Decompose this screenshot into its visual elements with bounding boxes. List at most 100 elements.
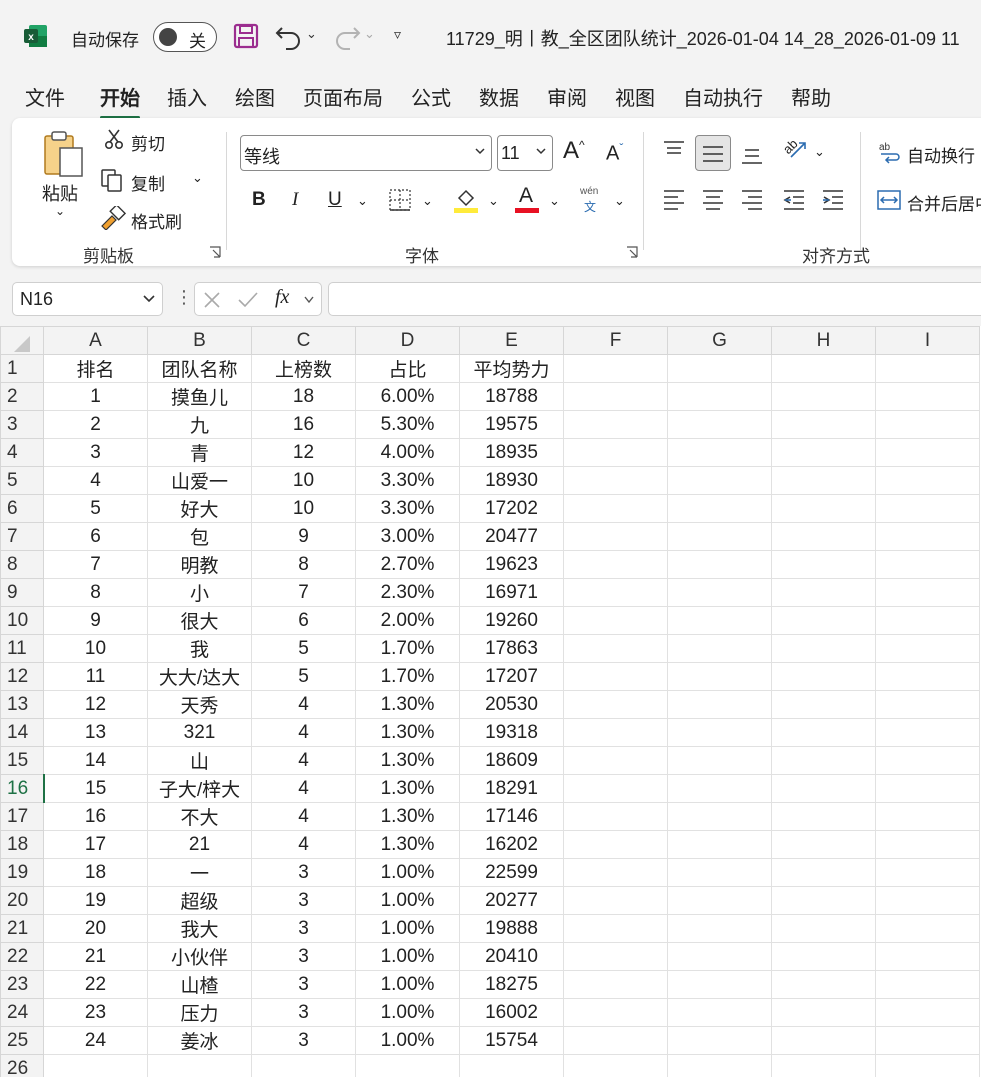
cell-e1[interactable]: 平均势力 (459, 354, 564, 383)
cell-g18[interactable] (667, 830, 772, 859)
font-color-dropdown-icon[interactable]: ⌄ (549, 193, 560, 209)
cell-d1[interactable]: 占比 (355, 354, 460, 383)
cell-e15[interactable]: 18609 (459, 746, 564, 775)
tab-file[interactable]: 文件 (25, 82, 65, 111)
cell-b10[interactable]: 很大 (147, 606, 252, 635)
cell-e8[interactable]: 19623 (459, 550, 564, 579)
cell-a12[interactable]: 11 (43, 662, 148, 691)
cell-e19[interactable]: 22599 (459, 858, 564, 887)
cell-f20[interactable] (563, 886, 668, 915)
tab-help[interactable]: 帮助 (791, 82, 831, 111)
cell-c18[interactable]: 4 (251, 830, 356, 859)
cell-f18[interactable] (563, 830, 668, 859)
cell-d12[interactable]: 1.70% (355, 662, 460, 691)
cell-i22[interactable] (875, 942, 980, 971)
cell-b12[interactable]: 大大/达大 (147, 662, 252, 691)
column-header-d[interactable]: D (355, 326, 460, 355)
cell-d8[interactable]: 2.70% (355, 550, 460, 579)
cell-h13[interactable] (771, 690, 876, 719)
cell-b22[interactable]: 小伙伴 (147, 942, 252, 971)
cell-a20[interactable]: 19 (43, 886, 148, 915)
row-header[interactable]: 9 (0, 578, 44, 607)
cell-f26[interactable] (563, 1054, 668, 1077)
cell-d6[interactable]: 3.30% (355, 494, 460, 523)
copy-dropdown-icon[interactable]: ⌄ (192, 170, 203, 186)
cell-d19[interactable]: 1.00% (355, 858, 460, 887)
cell-a6[interactable]: 5 (43, 494, 148, 523)
cell-g15[interactable] (667, 746, 772, 775)
cell-g22[interactable] (667, 942, 772, 971)
row-header[interactable]: 12 (0, 662, 44, 691)
cell-e6[interactable]: 17202 (459, 494, 564, 523)
cell-h3[interactable] (771, 410, 876, 439)
cell-f15[interactable] (563, 746, 668, 775)
cell-i23[interactable] (875, 970, 980, 999)
cell-i3[interactable] (875, 410, 980, 439)
orientation-dropdown-icon[interactable]: ⌄ (814, 144, 825, 160)
paste-label[interactable]: 粘贴 (42, 180, 78, 206)
cell-h1[interactable] (771, 354, 876, 383)
cell-c25[interactable]: 3 (251, 1026, 356, 1055)
cell-d7[interactable]: 3.00% (355, 522, 460, 551)
cell-c2[interactable]: 18 (251, 382, 356, 411)
cell-f10[interactable] (563, 606, 668, 635)
cell-f16[interactable] (563, 774, 668, 803)
cell-g5[interactable] (667, 466, 772, 495)
cell-a7[interactable]: 6 (43, 522, 148, 551)
cell-e25[interactable]: 15754 (459, 1026, 564, 1055)
cell-h22[interactable] (771, 942, 876, 971)
column-header-h[interactable]: H (771, 326, 876, 355)
cell-d16[interactable]: 1.30% (355, 774, 460, 803)
cell-h8[interactable] (771, 550, 876, 579)
increase-font-size-icon[interactable]: A^ (563, 137, 585, 165)
decrease-indent-icon[interactable] (782, 188, 806, 210)
cell-b11[interactable]: 我 (147, 634, 252, 663)
cell-b19[interactable]: 一 (147, 858, 252, 887)
cell-f11[interactable] (563, 634, 668, 663)
column-header-b[interactable]: B (147, 326, 252, 355)
cell-g7[interactable] (667, 522, 772, 551)
decrease-font-size-icon[interactable]: Aˇ (606, 141, 623, 166)
cell-b25[interactable]: 姜冰 (147, 1026, 252, 1055)
cell-i8[interactable] (875, 550, 980, 579)
cell-f25[interactable] (563, 1026, 668, 1055)
align-center-icon[interactable] (701, 188, 725, 210)
cell-b23[interactable]: 山楂 (147, 970, 252, 999)
cell-f24[interactable] (563, 998, 668, 1027)
cell-g17[interactable] (667, 802, 772, 831)
cell-g4[interactable] (667, 438, 772, 467)
align-top-icon[interactable] (662, 140, 686, 160)
cell-a14[interactable]: 13 (43, 718, 148, 747)
cell-e2[interactable]: 18788 (459, 382, 564, 411)
row-header[interactable]: 18 (0, 830, 44, 859)
cell-a22[interactable]: 21 (43, 942, 148, 971)
cell-a10[interactable]: 9 (43, 606, 148, 635)
cell-h5[interactable] (771, 466, 876, 495)
cell-h15[interactable] (771, 746, 876, 775)
cell-i18[interactable] (875, 830, 980, 859)
row-header[interactable]: 21 (0, 914, 44, 943)
cell-f5[interactable] (563, 466, 668, 495)
cell-d22[interactable]: 1.00% (355, 942, 460, 971)
cell-c14[interactable]: 4 (251, 718, 356, 747)
cell-h17[interactable] (771, 802, 876, 831)
cell-a24[interactable]: 23 (43, 998, 148, 1027)
cell-b26[interactable] (147, 1054, 252, 1077)
cell-b18[interactable]: 21 (147, 830, 252, 859)
cell-a25[interactable]: 24 (43, 1026, 148, 1055)
increase-indent-icon[interactable] (821, 188, 845, 210)
cell-g25[interactable] (667, 1026, 772, 1055)
cell-b20[interactable]: 超级 (147, 886, 252, 915)
row-header[interactable]: 13 (0, 690, 44, 719)
cell-g10[interactable] (667, 606, 772, 635)
cell-f13[interactable] (563, 690, 668, 719)
cell-f21[interactable] (563, 914, 668, 943)
name-box[interactable]: N16 (12, 282, 163, 316)
cell-i24[interactable] (875, 998, 980, 1027)
cell-f1[interactable] (563, 354, 668, 383)
tab-page-layout[interactable]: 页面布局 (303, 82, 383, 111)
cell-g24[interactable] (667, 998, 772, 1027)
more-vertical-icon[interactable]: ⋮ (175, 287, 193, 308)
column-header-c[interactable]: C (251, 326, 356, 355)
italic-button[interactable]: I (292, 189, 298, 211)
